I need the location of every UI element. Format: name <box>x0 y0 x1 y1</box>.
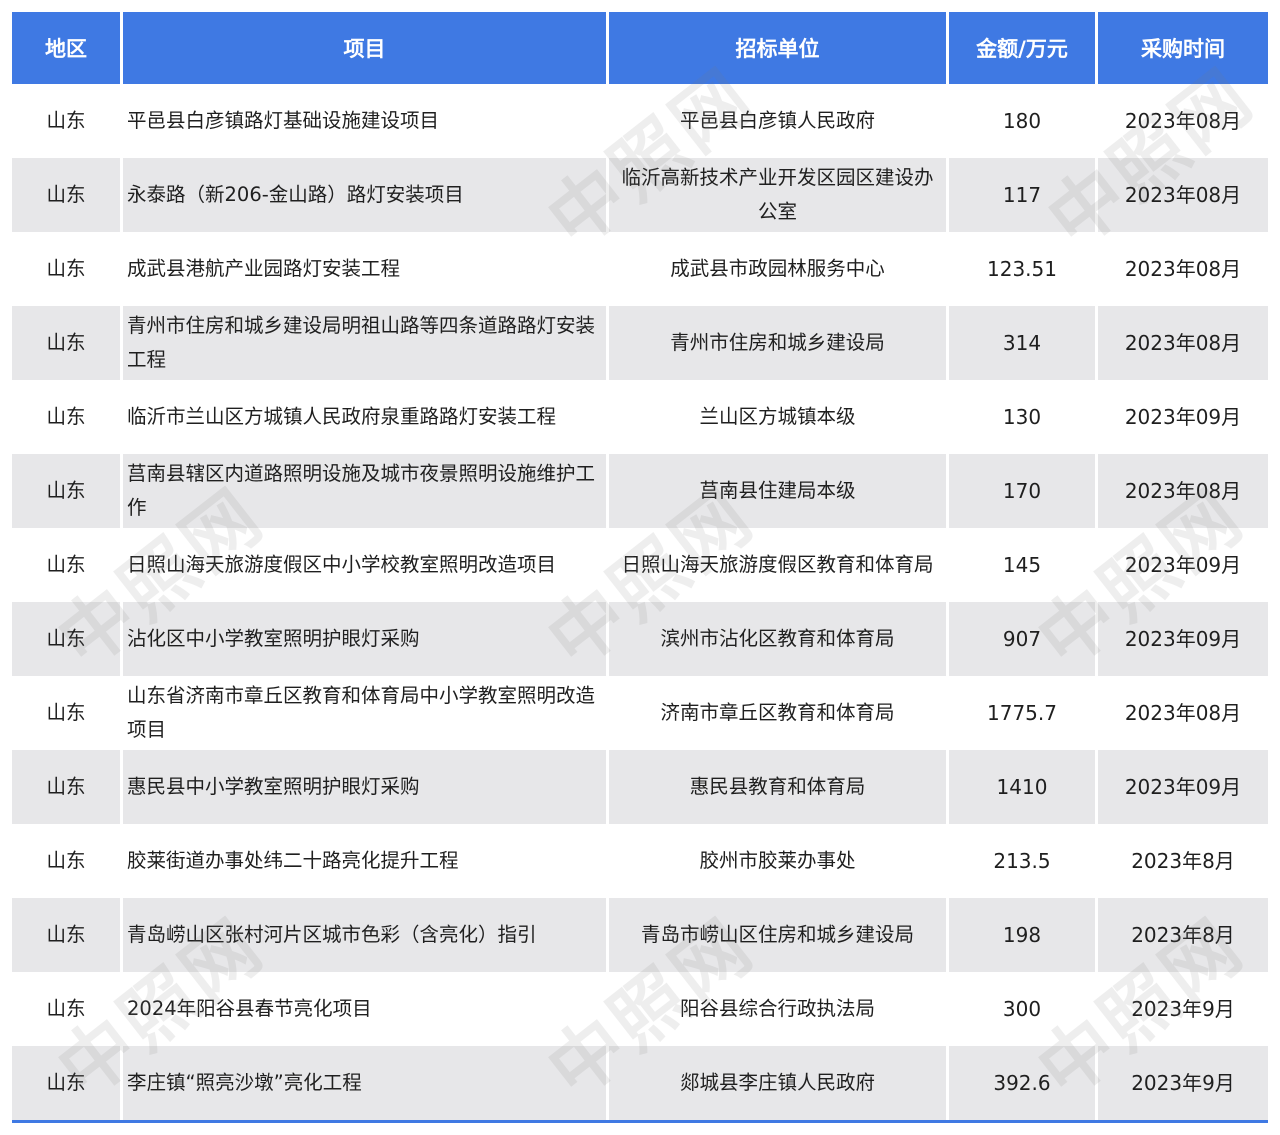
cell-unit: 济南市章丘区教育和体育局 <box>609 676 949 750</box>
cell-unit: 青岛市崂山区住房和城乡建设局 <box>609 898 949 972</box>
cell-unit: 郯城县李庄镇人民政府 <box>609 1046 949 1120</box>
table-row: 山东 胶莱街道办事处纬二十路亮化提升工程 胶州市胶莱办事处 213.5 2023… <box>12 824 1268 898</box>
cell-project: 2024年阳谷县春节亮化项目 <box>123 972 609 1046</box>
cell-project: 山东省济南市章丘区教育和体育局中小学教室照明改造项目 <box>123 676 609 750</box>
table-row: 山东 沾化区中小学教室照明护眼灯采购 滨州市沾化区教育和体育局 907 2023… <box>12 602 1268 676</box>
cell-time: 2023年08月 <box>1098 454 1268 528</box>
cell-region: 山东 <box>12 454 123 528</box>
cell-time: 2023年8月 <box>1098 824 1268 898</box>
cell-unit: 平邑县白彦镇人民政府 <box>609 84 949 158</box>
header-unit: 招标单位 <box>609 12 949 84</box>
cell-time: 2023年09月 <box>1098 380 1268 454</box>
cell-time: 2023年08月 <box>1098 84 1268 158</box>
cell-amount: 314 <box>949 306 1098 380</box>
cell-time: 2023年9月 <box>1098 972 1268 1046</box>
cell-unit: 阳谷县综合行政执法局 <box>609 972 949 1046</box>
cell-amount: 1775.7 <box>949 676 1098 750</box>
header-amount: 金额/万元 <box>949 12 1098 84</box>
cell-amount: 130 <box>949 380 1098 454</box>
cell-project: 平邑县白彦镇路灯基础设施建设项目 <box>123 84 609 158</box>
table-row: 山东 莒南县辖区内道路照明设施及城市夜景照明设施维护工作 莒南县住建局本级 17… <box>12 454 1268 528</box>
cell-project: 永泰路（新206-金山路）路灯安装项目 <box>123 158 609 232</box>
cell-project: 惠民县中小学教室照明护眼灯采购 <box>123 750 609 824</box>
cell-time: 2023年08月 <box>1098 306 1268 380</box>
cell-project: 李庄镇“照亮沙墩”亮化工程 <box>123 1046 609 1120</box>
cell-project: 沾化区中小学教室照明护眼灯采购 <box>123 602 609 676</box>
cell-amount: 145 <box>949 528 1098 602</box>
cell-region: 山东 <box>12 676 123 750</box>
cell-amount: 213.5 <box>949 824 1098 898</box>
cell-amount: 180 <box>949 84 1098 158</box>
cell-project: 青岛崂山区张村河片区城市色彩（含亮化）指引 <box>123 898 609 972</box>
cell-time: 2023年09月 <box>1098 750 1268 824</box>
cell-region: 山东 <box>12 750 123 824</box>
cell-amount: 170 <box>949 454 1098 528</box>
cell-region: 山东 <box>12 158 123 232</box>
table-row: 山东 惠民县中小学教室照明护眼灯采购 惠民县教育和体育局 1410 2023年0… <box>12 750 1268 824</box>
cell-project: 日照山海天旅游度假区中小学校教室照明改造项目 <box>123 528 609 602</box>
cell-amount: 198 <box>949 898 1098 972</box>
cell-project: 胶莱街道办事处纬二十路亮化提升工程 <box>123 824 609 898</box>
cell-region: 山东 <box>12 528 123 602</box>
cell-region: 山东 <box>12 380 123 454</box>
cell-unit: 日照山海天旅游度假区教育和体育局 <box>609 528 949 602</box>
table-row: 山东 李庄镇“照亮沙墩”亮化工程 郯城县李庄镇人民政府 392.6 2023年9… <box>12 1046 1268 1120</box>
cell-time: 2023年09月 <box>1098 528 1268 602</box>
header-time: 采购时间 <box>1098 12 1268 84</box>
table-row: 山东 日照山海天旅游度假区中小学校教室照明改造项目 日照山海天旅游度假区教育和体… <box>12 528 1268 602</box>
cell-unit: 惠民县教育和体育局 <box>609 750 949 824</box>
cell-region: 山东 <box>12 306 123 380</box>
cell-project: 青州市住房和城乡建设局明祖山路等四条道路路灯安装工程 <box>123 306 609 380</box>
cell-time: 2023年8月 <box>1098 898 1268 972</box>
cell-region: 山东 <box>12 898 123 972</box>
table-row: 山东 成武县港航产业园路灯安装工程 成武县市政园林服务中心 123.51 202… <box>12 232 1268 306</box>
cell-region: 山东 <box>12 232 123 306</box>
cell-unit: 滨州市沾化区教育和体育局 <box>609 602 949 676</box>
cell-amount: 117 <box>949 158 1098 232</box>
table-bottom-rule <box>12 1120 1268 1123</box>
cell-time: 2023年09月 <box>1098 602 1268 676</box>
bid-table-sheet: 地区 项目 招标单位 金额/万元 采购时间 山东 平邑县白彦镇路灯基础设施建设项… <box>12 12 1268 1123</box>
table-row: 山东 临沂市兰山区方城镇人民政府泉重路路灯安装工程 兰山区方城镇本级 130 2… <box>12 380 1268 454</box>
table-row: 山东 山东省济南市章丘区教育和体育局中小学教室照明改造项目 济南市章丘区教育和体… <box>12 676 1268 750</box>
table-row: 山东 永泰路（新206-金山路）路灯安装项目 临沂高新技术产业开发区园区建设办公… <box>12 158 1268 232</box>
cell-amount: 907 <box>949 602 1098 676</box>
cell-region: 山东 <box>12 602 123 676</box>
cell-time: 2023年08月 <box>1098 676 1268 750</box>
cell-time: 2023年9月 <box>1098 1046 1268 1120</box>
cell-unit: 兰山区方城镇本级 <box>609 380 949 454</box>
cell-region: 山东 <box>12 1046 123 1120</box>
cell-project: 成武县港航产业园路灯安装工程 <box>123 232 609 306</box>
cell-unit: 成武县市政园林服务中心 <box>609 232 949 306</box>
cell-region: 山东 <box>12 824 123 898</box>
cell-amount: 300 <box>949 972 1098 1046</box>
table-row: 山东 青州市住房和城乡建设局明祖山路等四条道路路灯安装工程 青州市住房和城乡建设… <box>12 306 1268 380</box>
header-region: 地区 <box>12 12 123 84</box>
table-header: 地区 项目 招标单位 金额/万元 采购时间 <box>12 12 1268 84</box>
bid-table: 地区 项目 招标单位 金额/万元 采购时间 山东 平邑县白彦镇路灯基础设施建设项… <box>12 12 1268 1120</box>
cell-project: 莒南县辖区内道路照明设施及城市夜景照明设施维护工作 <box>123 454 609 528</box>
table-row: 山东 青岛崂山区张村河片区城市色彩（含亮化）指引 青岛市崂山区住房和城乡建设局 … <box>12 898 1268 972</box>
header-row: 地区 项目 招标单位 金额/万元 采购时间 <box>12 12 1268 84</box>
cell-amount: 123.51 <box>949 232 1098 306</box>
cell-unit: 青州市住房和城乡建设局 <box>609 306 949 380</box>
cell-unit: 胶州市胶莱办事处 <box>609 824 949 898</box>
cell-amount: 392.6 <box>949 1046 1098 1120</box>
cell-project: 临沂市兰山区方城镇人民政府泉重路路灯安装工程 <box>123 380 609 454</box>
cell-region: 山东 <box>12 84 123 158</box>
table-row: 山东 平邑县白彦镇路灯基础设施建设项目 平邑县白彦镇人民政府 180 2023年… <box>12 84 1268 158</box>
cell-time: 2023年08月 <box>1098 158 1268 232</box>
cell-unit: 莒南县住建局本级 <box>609 454 949 528</box>
cell-region: 山东 <box>12 972 123 1046</box>
cell-time: 2023年08月 <box>1098 232 1268 306</box>
cell-unit: 临沂高新技术产业开发区园区建设办公室 <box>609 158 949 232</box>
header-project: 项目 <box>123 12 609 84</box>
table-row: 山东 2024年阳谷县春节亮化项目 阳谷县综合行政执法局 300 2023年9月 <box>12 972 1268 1046</box>
cell-amount: 1410 <box>949 750 1098 824</box>
table-body: 山东 平邑县白彦镇路灯基础设施建设项目 平邑县白彦镇人民政府 180 2023年… <box>12 84 1268 1120</box>
